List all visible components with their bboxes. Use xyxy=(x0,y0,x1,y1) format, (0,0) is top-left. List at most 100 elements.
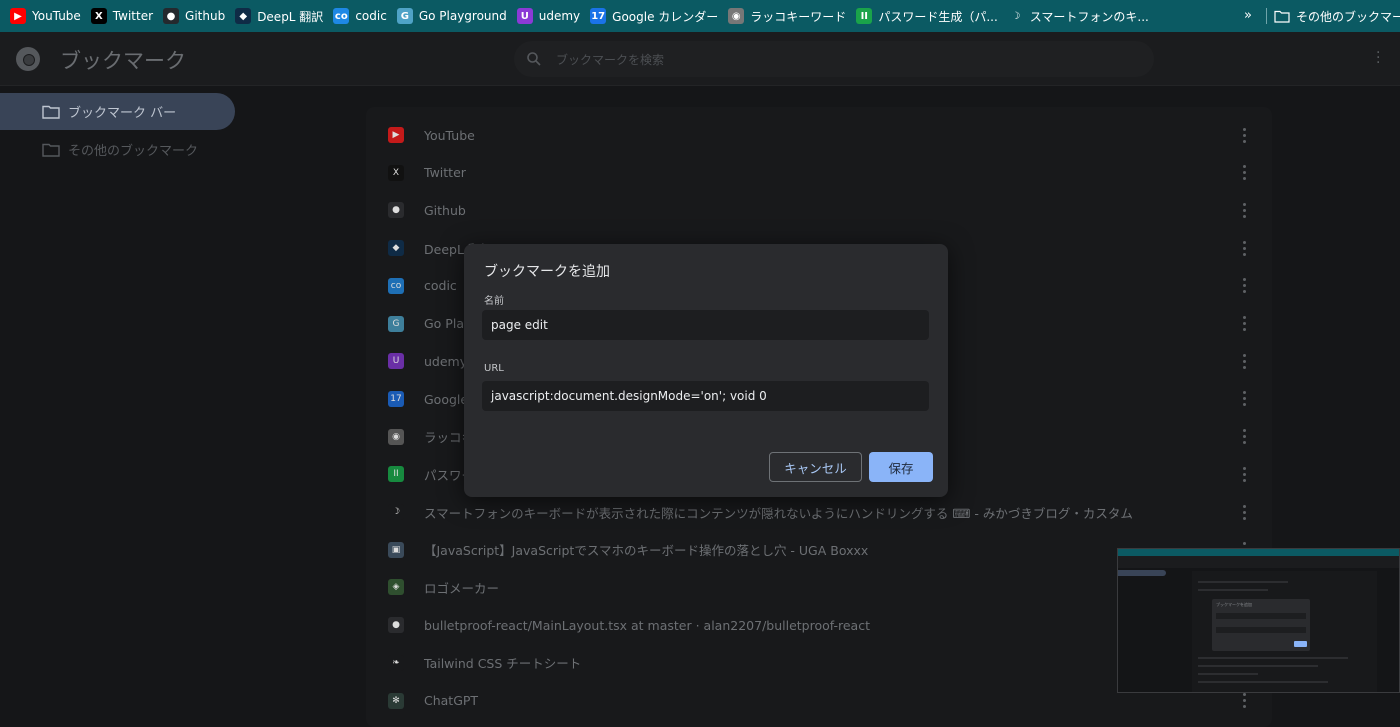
more-actions-icon[interactable] xyxy=(1243,466,1247,482)
moon-icon: ☽ xyxy=(1007,8,1024,24)
search-box[interactable]: ブックマークを検索 xyxy=(514,41,1154,77)
thumbnail-row xyxy=(1198,589,1268,591)
cancel-button[interactable]: キャンセル xyxy=(769,452,862,482)
tailwind-icon: ❧ xyxy=(388,654,404,671)
page-title: ブックマーク xyxy=(60,49,186,73)
bookmark-x-twitter[interactable]: X Twitter xyxy=(89,0,161,32)
bookmark-moon[interactable]: ☽ スマートフォンのキ... xyxy=(1006,0,1157,32)
google-calendar-icon: 17 xyxy=(590,8,607,24)
more-actions-icon[interactable] xyxy=(1243,316,1247,331)
bookmark-github[interactable]: ● Github xyxy=(161,0,233,32)
bookmark-label: codic xyxy=(355,9,387,23)
list-item-title: ロゴメーカー xyxy=(424,580,500,596)
chrome-logo-icon xyxy=(16,47,40,71)
codic-icon: co xyxy=(333,8,350,24)
more-actions-icon[interactable] xyxy=(1243,429,1247,445)
github-icon: ● xyxy=(388,202,404,219)
bookmark-udemy[interactable]: Uudemy xyxy=(515,0,588,32)
folder-icon xyxy=(42,105,60,119)
list-item-title: ChatGPT xyxy=(424,693,479,708)
list-item[interactable]: ☽ スマートフォンのキーボードが表示された際にコンテンツが隠れないようにハンドリン… xyxy=(366,493,1272,531)
thumbnail-name-field xyxy=(1216,613,1306,619)
youtube-icon: ▶ xyxy=(10,8,26,24)
add-bookmark-dialog: ブックマークを追加 名前 page edit URL javascript:do… xyxy=(464,244,948,497)
other-bookmarks-label: その他のブックマーク xyxy=(1296,9,1400,24)
deepl-icon: ◆ xyxy=(388,240,404,257)
more-actions-icon[interactable] xyxy=(1243,504,1247,520)
more-actions-icon[interactable] xyxy=(1243,202,1247,218)
page-header: ブックマーク ブックマークを検索 · · · xyxy=(0,32,1400,86)
bookmark-google-calendar[interactable]: 17 Google カレンダー xyxy=(588,0,726,32)
bookmark-label: ラッコキーワード xyxy=(750,9,847,24)
codic-icon: co xyxy=(388,277,404,294)
bookmark-rakko[interactable]: ◉ ラッコキーワード xyxy=(726,0,854,32)
logo-maker-icon: ◈ xyxy=(388,579,404,596)
rakko-icon: ◉ xyxy=(388,428,404,445)
bookmark-label: Github xyxy=(185,9,226,23)
more-actions-icon[interactable] xyxy=(1243,278,1247,294)
other-bookmarks-folder[interactable]: その他のブックマーク xyxy=(1274,0,1400,32)
password-generator-icon: II xyxy=(388,466,404,483)
save-button[interactable]: 保存 xyxy=(869,452,933,482)
more-bookmarks-chevron-icon[interactable]: » xyxy=(1244,0,1252,32)
go-icon: G xyxy=(396,8,413,24)
github-icon: ● xyxy=(163,8,180,24)
thumbnail-sidebar-item xyxy=(1118,570,1166,576)
sidebar-item-bookmarks-bar[interactable]: ブックマーク バー xyxy=(0,93,235,130)
thumbnail-header xyxy=(1118,556,1399,568)
folder-icon xyxy=(1274,10,1290,23)
more-options-icon[interactable]: · · · xyxy=(1376,46,1380,70)
x-twitter-icon: X xyxy=(388,164,404,181)
list-item-title: YouTube xyxy=(424,127,475,143)
list-item[interactable]: ● Github xyxy=(366,191,1272,229)
bookmark-label: Google カレンダー xyxy=(612,9,719,24)
list-item[interactable]: X Twitter xyxy=(366,154,1272,192)
thumbnail-bookmarks-bar xyxy=(1118,549,1399,556)
bookmark-codic[interactable]: co codic xyxy=(331,0,395,32)
more-actions-icon[interactable] xyxy=(1243,240,1247,256)
more-actions-icon[interactable] xyxy=(1243,165,1247,181)
screenshot-thumbnail[interactable]: ブックマークを追加 xyxy=(1117,548,1400,693)
more-actions-icon[interactable] xyxy=(1243,693,1247,708)
youtube-icon: ▶ xyxy=(388,127,404,143)
name-label: 名前 xyxy=(484,296,504,307)
bookmark-label: スマートフォンのキ... xyxy=(1029,9,1149,24)
bookmark-label: パスワード生成（パ... xyxy=(878,9,998,24)
more-actions-icon[interactable] xyxy=(1243,391,1247,407)
more-actions-icon[interactable] xyxy=(1243,127,1247,143)
github-icon: ● xyxy=(388,617,404,634)
list-item-title: Tailwind CSS チートシート xyxy=(424,656,582,672)
bookmark-password-generator[interactable]: II パスワード生成（パ... xyxy=(854,0,1005,32)
folder-icon xyxy=(42,143,60,157)
thumbnail-save-button xyxy=(1294,641,1307,647)
bookmark-youtube[interactable]: ▶ YouTube xyxy=(8,0,89,32)
more-actions-icon[interactable] xyxy=(1243,353,1247,369)
rakko-icon: ◉ xyxy=(728,8,745,24)
list-item-title: Twitter xyxy=(424,165,466,181)
bookmark-go[interactable]: G Go Playground xyxy=(395,0,515,32)
bookmark-label: udemy xyxy=(538,9,581,23)
search-input[interactable]: ブックマークを検索 xyxy=(556,51,664,68)
list-item-title: スマートフォンのキーボードが表示された際にコンテンツが隠れないようにハンドリング… xyxy=(424,505,1133,521)
bookmarks-bar-separator xyxy=(1266,8,1267,24)
thumbnail-row xyxy=(1198,673,1258,675)
thumbnail-row xyxy=(1198,665,1318,667)
thumbnail-url-field xyxy=(1216,627,1306,633)
chatgpt-icon: ✻ xyxy=(388,692,404,709)
sidebar-item-label: ブックマーク バー xyxy=(68,106,177,121)
thumbnail-row xyxy=(1198,581,1288,583)
bookmarks-bar: ▶ YouTube X Twitter ● Github ◆ DeepL 翻訳 co codic G… xyxy=(0,0,1400,32)
search-icon xyxy=(527,52,541,66)
list-item-title: codic xyxy=(424,278,457,294)
sidebar-item-other-bookmarks[interactable]: その他のブックマーク xyxy=(0,131,235,168)
udemy-icon: U xyxy=(388,353,404,370)
list-item-title: Github xyxy=(424,202,466,218)
list-item[interactable]: ▶ YouTube xyxy=(366,116,1272,154)
sidebar-item-label: その他のブックマーク xyxy=(68,144,199,159)
list-item-title: udemy xyxy=(424,353,468,369)
bookmark-deepl[interactable]: ◆ DeepL 翻訳 xyxy=(233,0,331,32)
password-generator-icon: II xyxy=(856,8,873,24)
uga-icon: ▣ xyxy=(388,541,404,558)
name-field[interactable]: page edit xyxy=(482,310,929,340)
url-field[interactable]: javascript:document.designMode='on'; voi… xyxy=(482,381,929,411)
